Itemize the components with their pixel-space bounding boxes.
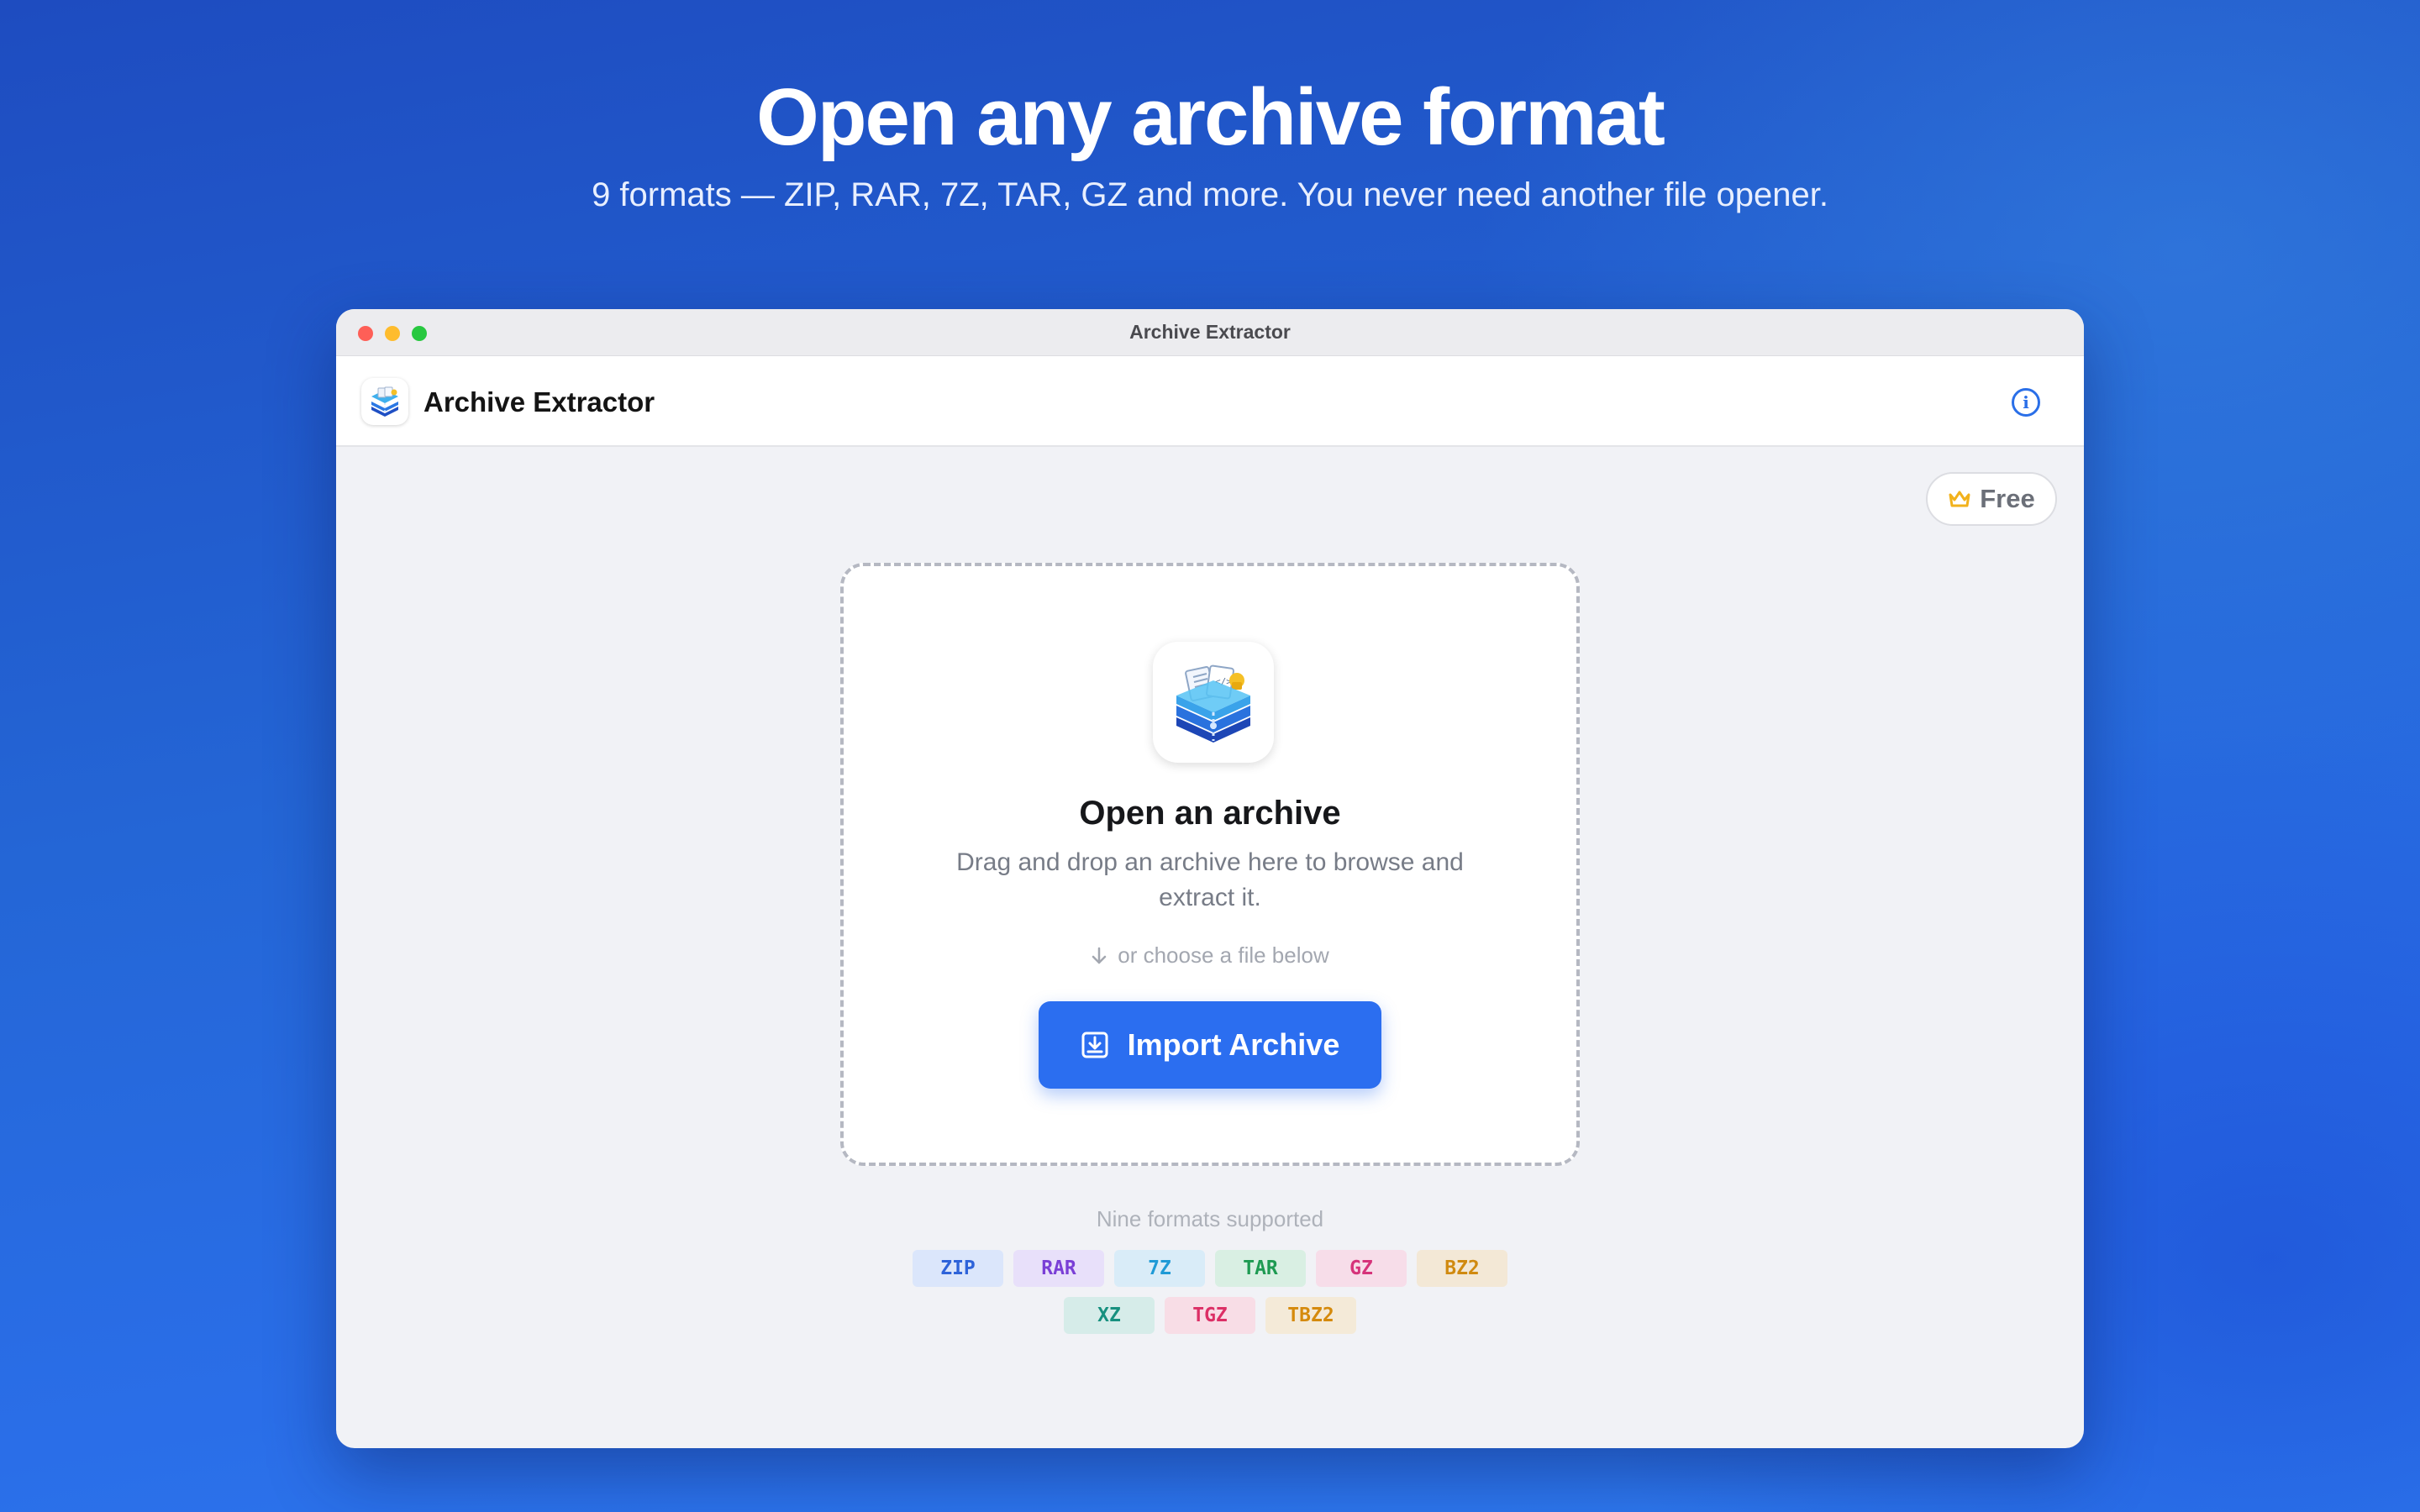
format-chip-tbz2: TBZ2 <box>1265 1297 1356 1334</box>
format-chip-rar: RAR <box>1013 1250 1104 1287</box>
drop-zone-title: Open an archive <box>1079 795 1341 832</box>
title-bar: Archive Extractor <box>336 309 2084 356</box>
crown-icon <box>1949 491 1970 507</box>
format-chip-row: XZ TGZ TBZ2 <box>336 1297 2084 1334</box>
archive-icon: </> <box>1153 642 1274 763</box>
drop-zone-hint-text: or choose a file below <box>1118 942 1329 968</box>
app-logo-icon <box>361 378 408 425</box>
format-chip-7z: 7Z <box>1114 1250 1205 1287</box>
format-chip-gz: GZ <box>1316 1250 1407 1287</box>
app-header: Archive Extractor i <box>336 356 2084 447</box>
hero: Open any archive format 9 formats — ZIP,… <box>0 76 2420 215</box>
format-chip-zip: ZIP <box>913 1250 1003 1287</box>
format-chip-bz2: BZ2 <box>1417 1250 1507 1287</box>
import-icon <box>1081 1032 1108 1058</box>
hero-title: Open any archive format <box>756 72 1665 162</box>
import-archive-button[interactable]: Import Archive <box>1039 1001 1381 1089</box>
drop-zone-hint: or choose a file below <box>844 942 1576 969</box>
format-chips: ZIP RAR 7Z TAR GZ BZ2 XZ TGZ TBZ2 <box>336 1250 2084 1344</box>
window-title: Archive Extractor <box>1129 321 1291 343</box>
plan-badge[interactable]: Free <box>1926 472 2057 526</box>
format-chip-tgz: TGZ <box>1165 1297 1255 1334</box>
format-chip-row: ZIP RAR 7Z TAR GZ BZ2 <box>336 1250 2084 1287</box>
arrow-down-icon <box>1092 947 1107 963</box>
format-chip-tar: TAR <box>1215 1250 1306 1287</box>
main-content: Free </> Open an archive Drag and drop a… <box>336 447 2084 1446</box>
drop-zone-description: Drag and drop an archive here to browse … <box>956 848 1464 911</box>
formats-label: Nine formats supported <box>1096 1206 1324 1231</box>
drop-zone[interactable]: </> Open an archive Drag and drop an arc… <box>840 563 1580 1166</box>
plan-badge-label: Free <box>1980 484 2035 513</box>
info-icon[interactable]: i <box>2012 388 2040 417</box>
app-name: Archive Extractor <box>424 386 655 417</box>
format-chip-xz: XZ <box>1064 1297 1155 1334</box>
app-window: Archive Extractor Archive Extractor i Fr… <box>336 309 2084 1448</box>
import-archive-label: Import Archive <box>1127 1027 1340 1062</box>
hero-subtitle: 9 formats — ZIP, RAR, 7Z, TAR, GZ and mo… <box>592 176 1828 213</box>
